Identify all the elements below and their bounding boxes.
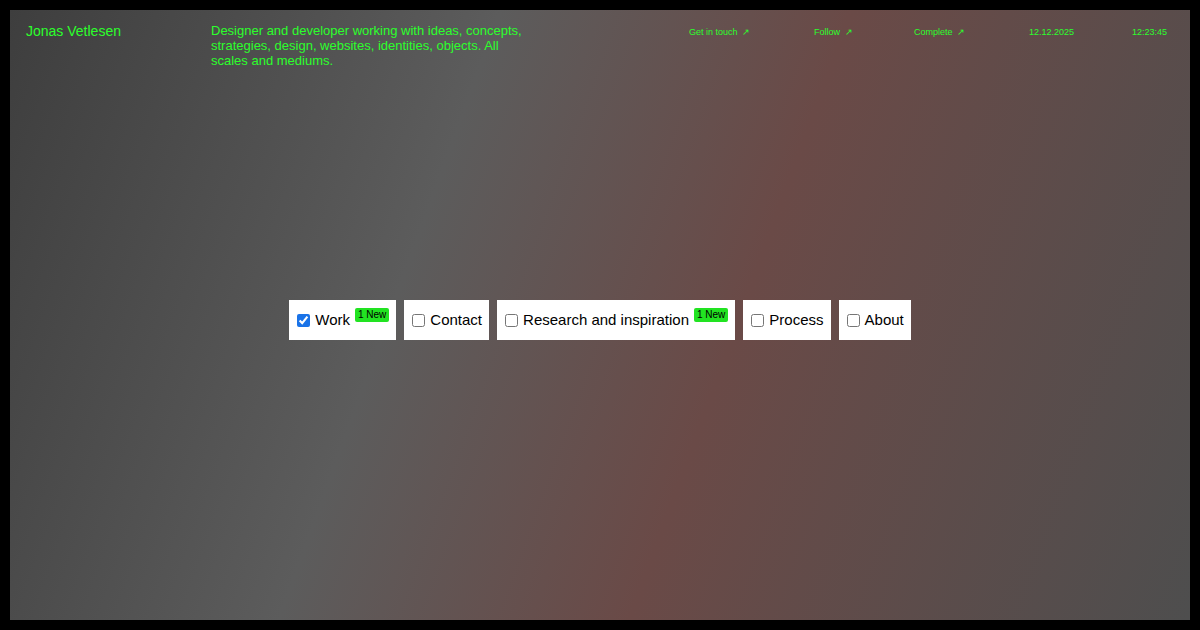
nav-toggle[interactable]: Process	[743, 300, 830, 340]
nav-toggle[interactable]: Work 1 New	[289, 300, 396, 340]
header-links: Get in touch↗Follow↗Complete↗12.12.20251…	[689, 27, 1167, 38]
nav-checkbox[interactable]	[412, 314, 425, 327]
arrow-icon: ↗	[742, 27, 750, 38]
nav-checkbox[interactable]	[505, 314, 518, 327]
date: 12.12.2025	[1029, 27, 1132, 38]
nav-checkbox[interactable]	[297, 314, 310, 327]
nav-toggle[interactable]: About	[839, 300, 911, 340]
new-badge: 1 New	[694, 308, 728, 322]
arrow-icon: ↗	[957, 27, 965, 38]
site-name[interactable]: Jonas Vetlesen	[26, 23, 211, 39]
nav-label: Research and inspiration	[523, 311, 689, 329]
nav: Work 1 New Contact Research and inspiration…	[289, 300, 910, 340]
tagline: Designer and developer working with idea…	[211, 23, 531, 68]
nav-checkbox[interactable]	[751, 314, 764, 327]
header-link[interactable]: Complete↗	[914, 27, 1029, 38]
nav-toggle[interactable]: Contact	[404, 300, 489, 340]
background-photo: Jonas VetlesenDesigner and developer wor…	[10, 10, 1190, 620]
header: Jonas VetlesenDesigner and developer wor…	[10, 10, 1190, 68]
header-link[interactable]: Follow↗	[814, 27, 914, 38]
header-link[interactable]: Get in touch↗	[689, 27, 814, 38]
nav-label: Work	[315, 311, 350, 329]
clock: 12:23:45	[1132, 27, 1167, 38]
nav-label: Process	[769, 311, 823, 329]
nav-label: About	[865, 311, 904, 329]
new-badge: 1 New	[355, 308, 389, 322]
nav-checkbox[interactable]	[847, 314, 860, 327]
arrow-icon: ↗	[845, 27, 853, 38]
nav-label: Contact	[430, 311, 482, 329]
page: Jonas VetlesenDesigner and developer wor…	[0, 0, 1200, 630]
nav-area: Work 1 New Contact Research and inspiration…	[10, 68, 1190, 620]
nav-toggle[interactable]: Research and inspiration 1 New	[497, 300, 735, 340]
